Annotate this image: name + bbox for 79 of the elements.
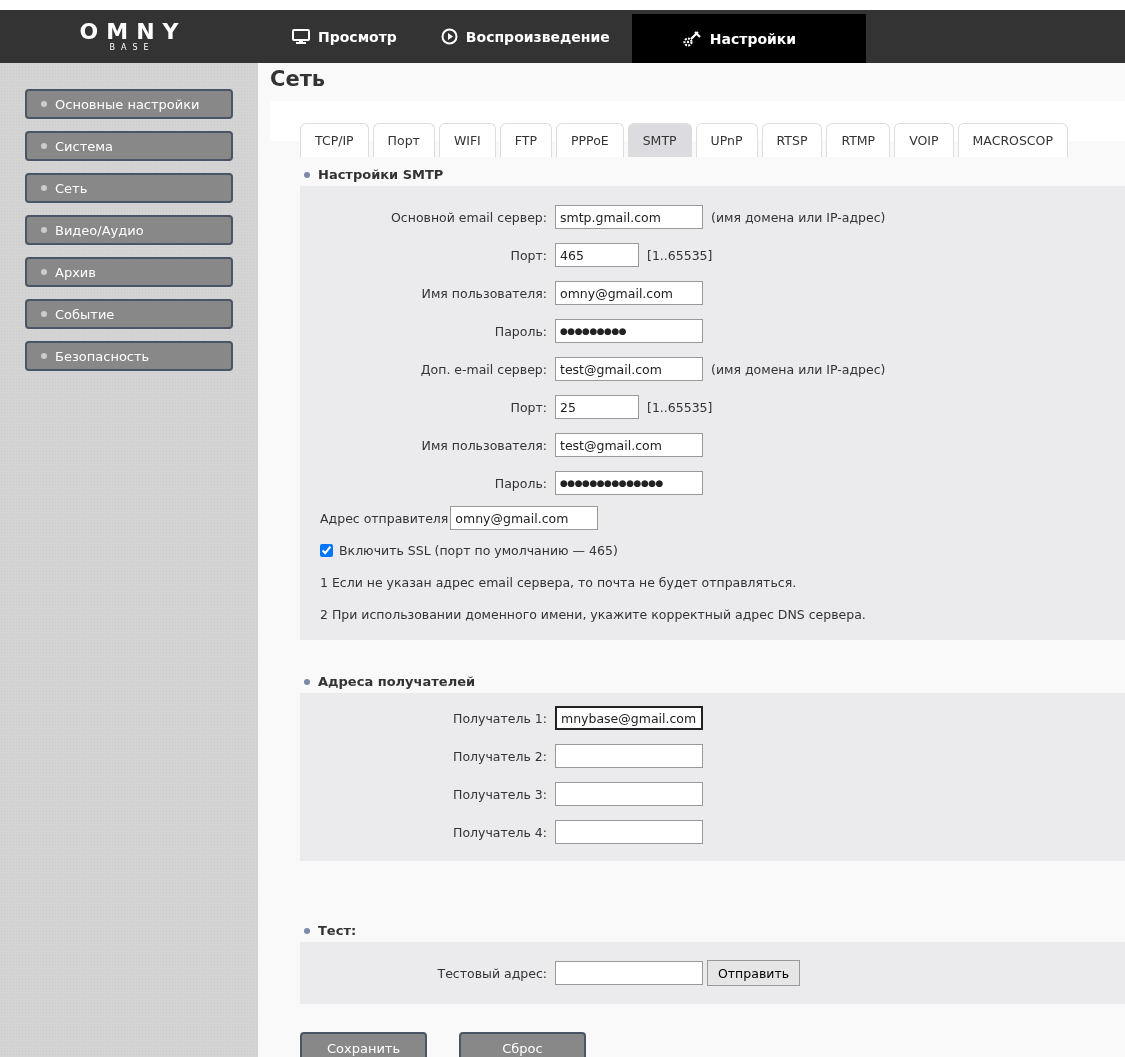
tab[interactable]: RTMP: [826, 123, 891, 157]
input-field[interactable]: [555, 782, 703, 806]
note-text: 2 При использовании доменного имени, укажите корректный адрес DNS сервера.: [320, 606, 866, 622]
input-field[interactable]: mnybase@gmail.com: [555, 706, 703, 730]
checkbox-label: Включить SSL (порт по умолчанию — 465): [339, 542, 618, 558]
bullet-icon: [304, 171, 310, 178]
bullet-icon: [41, 143, 47, 149]
nav-tab[interactable]: Воспроизведение: [418, 10, 632, 63]
tab[interactable]: WIFI: [438, 123, 496, 157]
field-label: Тестовый адрес:: [436, 965, 548, 981]
input-field[interactable]: [555, 820, 703, 844]
tab[interactable]: MACROSCOP: [957, 123, 1068, 157]
monitor-icon: [292, 28, 310, 45]
sidebar-item[interactable]: Сеть: [25, 173, 233, 203]
field-hint: [1..65535]: [647, 247, 713, 263]
bullet-icon: [41, 269, 47, 275]
ssl-checkbox[interactable]: [320, 543, 333, 557]
input-field[interactable]: [555, 961, 703, 985]
reset-button[interactable]: Сброс: [459, 1032, 586, 1057]
tab[interactable]: Порт: [372, 123, 435, 157]
logo-text: OMNY: [78, 20, 187, 43]
input-field[interactable]: test@gmail.com: [555, 357, 703, 381]
field-label: Получатель 1:: [452, 710, 548, 726]
bullet-icon: [41, 101, 47, 107]
field-label: Порт:: [509, 399, 548, 415]
field-label: Порт:: [509, 247, 548, 263]
password-field[interactable]: ●●●●●●●●●●●●●●: [555, 471, 703, 495]
field-label: Имя пользователя:: [420, 285, 548, 301]
field-label: Имя пользователя:: [420, 437, 548, 453]
input-field[interactable]: 465: [555, 243, 639, 267]
bullet-icon: [41, 311, 47, 317]
sidebar-item[interactable]: Система: [25, 131, 233, 161]
sidebar-item[interactable]: Архив: [25, 257, 233, 287]
sidebar-item[interactable]: Событие: [25, 299, 233, 329]
field-label: Получатель 3:: [452, 786, 548, 802]
logo-subtitle: BASE: [108, 42, 155, 53]
tab[interactable]: SMTP: [627, 123, 692, 157]
input-field[interactable]: omny@gmail.com: [555, 281, 703, 305]
note-text: 1 Если не указан адрес email сервера, то почта не будет отправляться.: [320, 574, 797, 590]
nav-tab[interactable]: Настройки: [631, 14, 867, 63]
bullet-icon: [304, 927, 310, 934]
input-field[interactable]: test@gmail.com: [555, 433, 703, 457]
tab[interactable]: RTSP: [761, 123, 823, 157]
section-title: Тест:: [318, 923, 357, 938]
save-button[interactable]: Сохранить: [300, 1032, 427, 1057]
field-label: Основной email сервер:: [390, 209, 548, 225]
field-hint: (имя домена или IP-адрес): [711, 209, 886, 225]
bullet-icon: [304, 678, 310, 685]
field-label: Доп. e-mail сервер:: [419, 361, 548, 377]
field-label: Получатель 4:: [452, 824, 548, 840]
sidebar-item[interactable]: Основные настройки: [25, 89, 233, 119]
field-hint: [1..65535]: [647, 399, 713, 415]
tab[interactable]: TCP/IP: [300, 123, 369, 157]
input-field[interactable]: [555, 744, 703, 768]
nav-tab[interactable]: Просмотр: [270, 10, 419, 63]
input-field[interactable]: smtp.gmail.com: [555, 205, 703, 229]
tab[interactable]: UPnP: [695, 123, 758, 157]
field-label: Получатель 2:: [452, 748, 548, 764]
input-field[interactable]: 25: [555, 395, 639, 419]
send-button[interactable]: Отправить: [707, 960, 801, 986]
tab[interactable]: FTP: [499, 123, 552, 157]
field-label: Адрес отправителя: [320, 510, 449, 526]
input-field[interactable]: omny@gmail.com: [450, 506, 599, 530]
bullet-icon: [41, 227, 47, 233]
sidebar-item[interactable]: Безопасность: [25, 341, 233, 371]
bullet-icon: [41, 185, 47, 191]
bullet-icon: [41, 353, 47, 359]
tab[interactable]: PPPoE: [555, 123, 624, 157]
tools-icon: [681, 29, 702, 48]
field-label: Пароль:: [493, 475, 548, 491]
field-hint: (имя домена или IP-адрес): [711, 361, 886, 377]
field-label: Пароль:: [493, 323, 548, 339]
sidebar-item[interactable]: Видео/Аудио: [25, 215, 233, 245]
play-icon: [440, 28, 458, 45]
page-title: Сеть: [270, 66, 327, 93]
tab[interactable]: VOIP: [894, 123, 954, 157]
password-field[interactable]: ●●●●●●●●●: [555, 319, 703, 343]
section-title: Адреса получателей: [318, 674, 476, 689]
section-title: Настройки SMTP: [318, 167, 444, 182]
